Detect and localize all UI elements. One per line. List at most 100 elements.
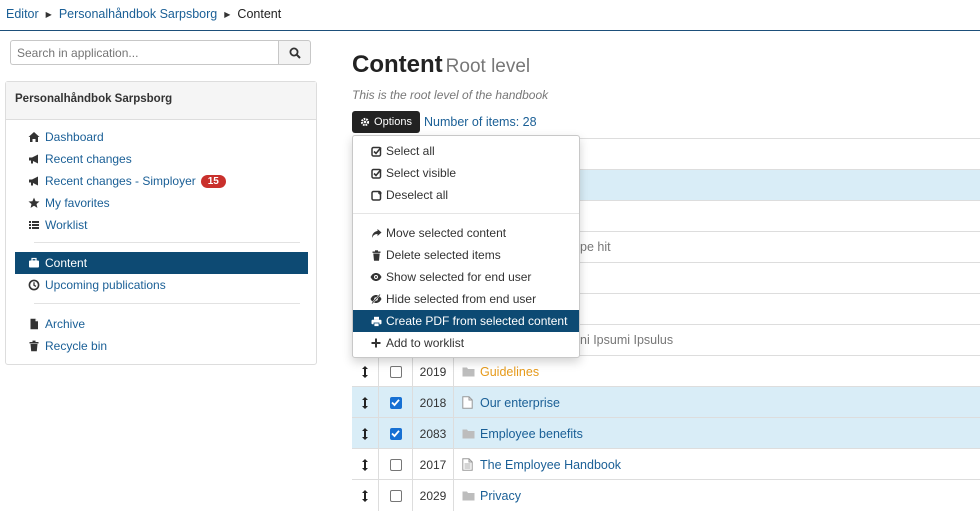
sidebar-item-recent-changes-simployer[interactable]: Recent changes - Simployer 15 — [15, 170, 308, 192]
table-row[interactable]: 2018 Our enterprise — [352, 386, 980, 418]
megaphone-icon — [27, 152, 41, 166]
sidebar-item-content[interactable]: Content — [15, 252, 308, 274]
home-icon — [27, 130, 41, 144]
menu-item-label: Add to worklist — [386, 336, 465, 350]
check-square-icon — [370, 167, 382, 179]
drag-handle-icon[interactable] — [352, 449, 379, 480]
folder-icon — [462, 365, 476, 379]
menu-item-create-pdf[interactable]: Create PDF from selected content — [353, 310, 579, 332]
sidebar-item-favorites[interactable]: My favorites — [15, 192, 308, 214]
row-id: 2029 — [413, 480, 454, 511]
sidebar-item-recycle-bin[interactable]: Recycle bin — [15, 335, 308, 357]
row-checkbox[interactable] — [389, 489, 402, 502]
menu-item-label: Create PDF from selected content — [386, 314, 568, 328]
menu-item-select-all[interactable]: Select all — [353, 140, 579, 162]
row-title-link[interactable]: The Employee Handbook — [480, 458, 621, 472]
row-checkbox[interactable] — [389, 458, 402, 471]
table-row[interactable]: 2019 Guidelines — [352, 355, 980, 387]
list-icon — [27, 218, 41, 232]
sidebar-item-label: Dashboard — [45, 130, 104, 144]
options-button[interactable]: Options — [352, 111, 420, 133]
document-icon — [462, 396, 476, 410]
row-title-partial: ni Ipsumi Ipsulus — [580, 333, 674, 347]
row-id: 2017 — [413, 449, 454, 480]
row-title-partial: pe hit — [580, 240, 611, 254]
gear-icon — [360, 117, 370, 127]
sidebar-item-dashboard[interactable]: Dashboard — [15, 126, 308, 148]
menu-item-add-to-worklist[interactable]: Add to worklist — [353, 332, 579, 354]
row-title-link[interactable]: Privacy — [480, 489, 521, 503]
menu-item-label: Deselect all — [386, 188, 449, 202]
menu-item-label: Hide selected from end user — [386, 292, 537, 306]
printer-icon — [370, 315, 382, 327]
share-arrow-icon — [370, 227, 382, 239]
sidebar-item-upcoming-publications[interactable]: Upcoming publications — [15, 274, 308, 296]
sidebar-item-archive[interactable]: Archive — [15, 313, 308, 335]
sidebar-item-label: My favorites — [45, 196, 110, 210]
row-checkbox[interactable] — [389, 396, 402, 409]
breadcrumb-handbook[interactable]: Personalhåndbok Sarpsborg — [59, 7, 217, 21]
checkmark-icon — [391, 399, 400, 407]
row-title-link[interactable]: Employee benefits — [480, 427, 583, 441]
row-id: 2083 — [413, 418, 454, 449]
row-checkbox[interactable] — [389, 365, 402, 378]
sidebar-divider — [34, 303, 300, 304]
table-row[interactable]: 2017 The Employee Handbook — [352, 448, 980, 480]
row-title-link[interactable]: Guidelines — [480, 365, 539, 379]
caret-right-icon: ▶ — [45, 9, 52, 19]
document-icon — [462, 458, 476, 472]
folder-icon — [462, 427, 476, 441]
row-id: 2019 — [413, 356, 454, 387]
table-row[interactable]: 2083 Employee benefits — [352, 417, 980, 449]
menu-item-select-visible[interactable]: Select visible — [353, 162, 579, 184]
breadcrumb-editor[interactable]: Editor — [6, 7, 39, 21]
table-row[interactable]: 2029 Privacy — [352, 479, 980, 511]
plus-icon — [370, 337, 382, 349]
row-id: 2018 — [413, 387, 454, 418]
menu-item-hide-selected[interactable]: Hide selected from end user — [353, 288, 579, 310]
sidebar-item-label: Content — [45, 256, 88, 270]
check-square-icon — [370, 145, 382, 157]
row-checkbox[interactable] — [389, 427, 402, 440]
drag-handle-icon[interactable] — [352, 387, 379, 418]
trash-icon — [27, 339, 41, 353]
menu-item-deselect-all[interactable]: Deselect all — [353, 184, 579, 206]
item-count: Number of items: 28 — [424, 115, 537, 129]
file-icon — [27, 317, 41, 331]
eye-slash-icon — [370, 293, 382, 305]
folder-icon — [462, 489, 476, 503]
checkmark-icon — [391, 430, 400, 438]
sidebar-panel: Personalhåndbok Sarpsborg Dashboard Rece… — [5, 81, 317, 365]
sidebar-item-label: Archive — [45, 317, 86, 331]
sidebar-item-label: Recent changes — [45, 152, 132, 166]
sidebar-item-recent-changes[interactable]: Recent changes — [15, 148, 308, 170]
menu-item-move-selected[interactable]: Move selected content — [353, 222, 579, 244]
sidebar-item-label: Worklist — [45, 218, 88, 232]
search-button[interactable] — [278, 40, 311, 65]
menu-item-label: Select all — [386, 144, 435, 158]
menu-divider — [353, 213, 579, 214]
menu-item-label: Select visible — [386, 166, 457, 180]
sidebar-divider — [34, 242, 300, 243]
page-description: This is the root level of the handbook — [352, 88, 549, 102]
page-title: Content Root level — [352, 51, 530, 79]
search-input[interactable] — [10, 40, 278, 65]
unchecked-square-icon — [370, 189, 382, 201]
sidebar-item-worklist[interactable]: Worklist — [15, 214, 308, 236]
sidebar-item-label: Recycle bin — [45, 339, 108, 353]
menu-item-delete-selected[interactable]: Delete selected items — [353, 244, 579, 266]
page-subtitle: Root level — [445, 56, 531, 77]
drag-handle-icon[interactable] — [352, 356, 379, 387]
trash-icon — [370, 249, 382, 261]
drag-handle-icon[interactable] — [352, 418, 379, 449]
breadcrumb: Editor ▶ Personalhåndbok Sarpsborg ▶ Con… — [6, 7, 281, 21]
drag-handle-icon[interactable] — [352, 480, 379, 511]
breadcrumb-current: Content — [237, 7, 282, 21]
row-title-link[interactable]: Our enterprise — [480, 396, 560, 410]
search-bar — [10, 40, 311, 65]
megaphone-icon — [27, 174, 41, 188]
menu-item-show-selected[interactable]: Show selected for end user — [353, 266, 579, 288]
briefcase-icon — [27, 256, 41, 270]
sidebar-item-label: Upcoming publications — [45, 278, 166, 292]
top-bar: Editor ▶ Personalhåndbok Sarpsborg ▶ Con… — [0, 0, 980, 31]
